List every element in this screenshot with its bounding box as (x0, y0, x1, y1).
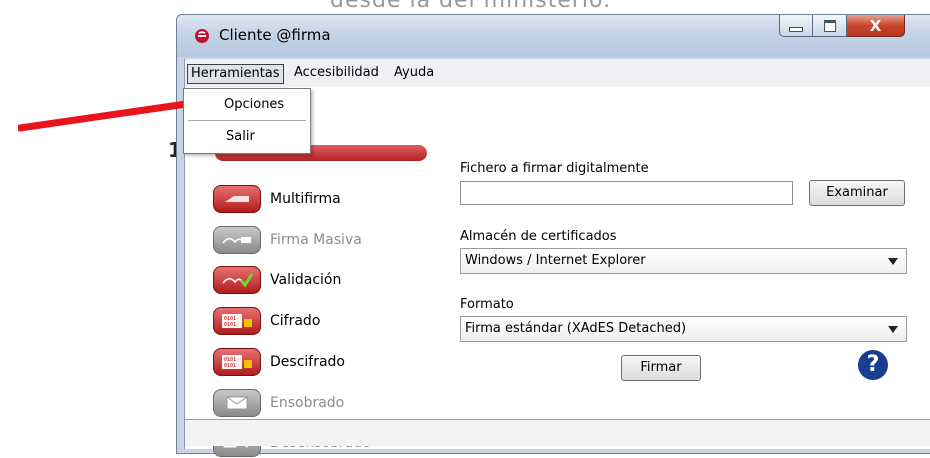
sidebar-item-ensobrado[interactable]: Ensobrado (213, 388, 344, 418)
close-button[interactable]: X (847, 15, 905, 37)
sidebar-item-validacion[interactable]: Validación (213, 265, 341, 295)
afirma-logo-icon (195, 29, 209, 43)
status-bar (185, 419, 930, 446)
sidebar-item-multifirma[interactable]: Multifirma (213, 184, 341, 214)
file-label: Fichero a firmar digitalmente (460, 161, 649, 176)
envelope-icon (213, 389, 261, 417)
format-label: Formato (460, 297, 514, 312)
chevron-down-icon (888, 258, 898, 265)
sidebar-item-label: Descifrado (270, 354, 345, 370)
sidebar-item-label: Cifrado (270, 313, 321, 329)
title-bar[interactable]: Cliente @firma X (177, 15, 930, 57)
sign-button[interactable]: Firmar (621, 355, 701, 381)
sidebar-item-label: Multifirma (270, 191, 341, 207)
menu-accesibilidad[interactable]: Accesibilidad (291, 64, 382, 84)
multisign-icon (213, 185, 261, 213)
validation-icon (213, 266, 261, 294)
menu-item-opciones[interactable]: Opciones (184, 91, 310, 119)
close-icon: X (869, 16, 882, 35)
maximize-button[interactable] (813, 15, 847, 37)
sidebar-item-label: Validación (270, 272, 342, 288)
window-controls: X (779, 15, 905, 37)
certificate-store-value: Windows / Internet Explorer (465, 253, 646, 268)
menu-ayuda[interactable]: Ayuda (391, 64, 437, 84)
svg-text:0101: 0101 (224, 322, 236, 328)
minimize-icon (789, 27, 803, 32)
menu-bar: Herramientas Accesibilidad Ayuda (185, 59, 930, 87)
minimize-button[interactable] (779, 15, 813, 37)
file-input[interactable] (460, 181, 793, 205)
menu-separator (188, 120, 306, 121)
sidebar-item-cifrado[interactable]: 0101 0101 Cifrado (213, 306, 320, 336)
svg-text:0101: 0101 (224, 363, 236, 369)
format-select[interactable]: Firma estándar (XAdES Detached) (460, 316, 907, 342)
mass-sign-icon (213, 226, 261, 254)
background-caption: desde la del ministerio. (330, 0, 612, 13)
decrypt-icon: 0101 0101 (213, 348, 261, 376)
format-value: Firma estándar (XAdES Detached) (465, 321, 687, 336)
encrypt-icon: 0101 0101 (213, 307, 261, 335)
sidebar-item-firma-masiva[interactable]: Firma Masiva (213, 225, 362, 255)
chevron-down-icon (888, 326, 898, 333)
maximize-icon (823, 19, 836, 32)
certificate-store-label: Almacén de certificados (460, 229, 617, 244)
sidebar-item-label: Firma Masiva (270, 232, 362, 248)
browse-button[interactable]: Examinar (809, 180, 905, 206)
sidebar-item-descifrado[interactable]: 0101 0101 Descifrado (213, 347, 345, 377)
app-window: Cliente @firma X Herramientas Accesibili… (176, 14, 930, 457)
tools-dropdown-menu: Opciones Salir (183, 88, 311, 154)
menu-item-salir[interactable]: Salir (184, 123, 310, 151)
help-icon[interactable]: ? (858, 350, 888, 380)
window-title: Cliente @firma (219, 26, 331, 44)
certificate-store-select[interactable]: Windows / Internet Explorer (460, 248, 907, 274)
sidebar-item-label: Ensobrado (270, 395, 345, 411)
